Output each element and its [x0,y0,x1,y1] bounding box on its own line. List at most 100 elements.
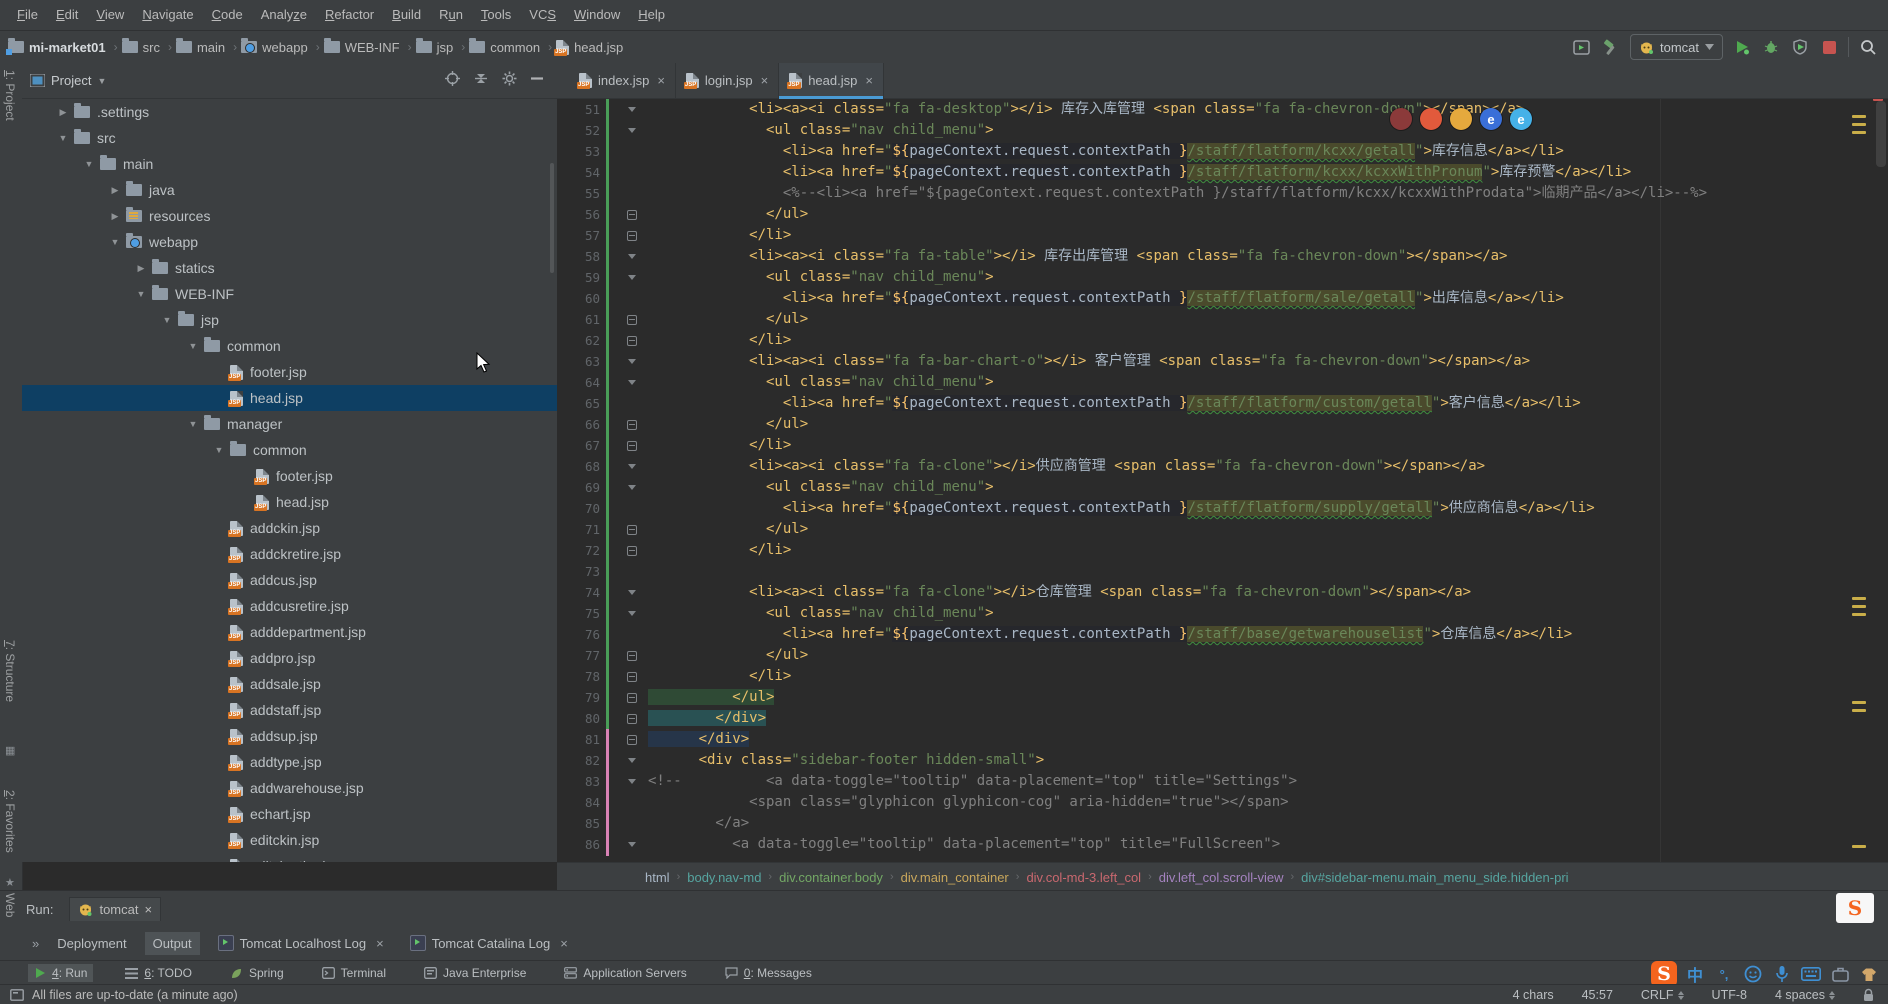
tool-window-button-6-todo[interactable]: 6: TODO [119,964,198,982]
tree-item-head-jsp[interactable]: JSPhead.jsp [22,385,557,411]
stripe-button--favorites[interactable]: 2: Favorites [3,790,17,853]
menu-file[interactable]: File [8,0,47,30]
fold-closed-icon[interactable] [627,315,637,325]
expanded-arrow-icon[interactable]: ▼ [182,341,204,351]
show-tabs-chevron[interactable]: » [32,936,39,951]
gutter-fold-column[interactable] [614,414,648,435]
tree-item-src[interactable]: ▼src [22,125,557,151]
gutter-fold-column[interactable] [614,708,648,729]
expanded-arrow-icon[interactable]: ▼ [130,289,152,299]
fold-closed-icon[interactable] [627,693,637,703]
gutter-fold-column[interactable] [614,183,648,204]
gutter-fold-column[interactable] [614,351,648,372]
gutter-fold-column[interactable] [614,288,648,309]
menu-code[interactable]: Code [203,0,252,30]
tree-item-webapp[interactable]: ▼webapp [22,229,557,255]
event-log-icon[interactable] [10,989,24,1001]
breadcrumb-item[interactable]: jsp [416,40,454,55]
gutter-fold-column[interactable] [614,813,648,834]
gutter-fold-column[interactable] [614,330,648,351]
collapsed-arrow-icon[interactable]: ▶ [104,211,126,222]
tree-item-addsup-jsp[interactable]: JSPaddsup.jsp [22,723,557,749]
gutter-fold-column[interactable] [614,666,648,687]
tree-item-adddepartment-jsp[interactable]: JSPadddepartment.jsp [22,619,557,645]
fold-open-icon[interactable] [628,128,636,133]
code-editor[interactable]: 51 <li><a><i class="fa fa-desktop"></i> … [557,99,1888,862]
tree-item-java[interactable]: ▶java [22,177,557,203]
stop-button[interactable] [1819,37,1839,57]
hide-panel-icon[interactable] [531,77,543,80]
menu-build[interactable]: Build [383,0,430,30]
tree-item-addtype-jsp[interactable]: JSPaddtype.jsp [22,749,557,775]
tree-item-addpro-jsp[interactable]: JSPaddpro.jsp [22,645,557,671]
build-hammer-icon[interactable] [1601,37,1621,57]
breadcrumb-item[interactable]: webapp [241,40,308,55]
tree-item-editckretire-jsp[interactable]: JSPeditckretire.jsp [22,853,557,862]
expanded-arrow-icon[interactable]: ▼ [156,315,178,325]
fold-closed-icon[interactable] [627,735,637,745]
fold-open-icon[interactable] [628,275,636,280]
fold-open-icon[interactable] [628,359,636,364]
fold-open-icon[interactable] [628,254,636,259]
gutter-fold-column[interactable] [614,246,648,267]
gutter-fold-column[interactable] [614,393,648,414]
tree-item-addwarehouse-jsp[interactable]: JSPaddwarehouse.jsp [22,775,557,801]
microphone-icon[interactable] [1771,963,1793,985]
panel-tab-tomcat-catalina-log[interactable]: Tomcat Catalina Log× [402,931,576,955]
close-icon[interactable]: × [865,73,873,88]
chinese-mode-icon[interactable]: 中 [1684,963,1706,985]
tool-window-button-terminal[interactable]: Terminal [316,964,392,982]
menu-run[interactable]: Run [430,0,472,30]
caret-position[interactable]: 45:57 [1582,988,1613,1002]
run-tool-window-icon[interactable] [1572,37,1592,57]
panel-tab-output[interactable]: Output [145,932,200,955]
gutter-fold-column[interactable] [614,204,648,225]
close-icon[interactable]: × [761,73,769,88]
tree-item-addckin-jsp[interactable]: JSPaddckin.jsp [22,515,557,541]
gutter-fold-column[interactable] [614,603,648,624]
tree-item-statics[interactable]: ▶statics [22,255,557,281]
fold-closed-icon[interactable] [627,210,637,220]
collapsed-arrow-icon[interactable]: ▶ [52,107,74,118]
browser-icon-3[interactable] [1450,108,1472,130]
panel-tab-tomcat-localhost-log[interactable]: Tomcat Localhost Log× [210,931,392,955]
fold-open-icon[interactable] [628,779,636,784]
gutter-fold-column[interactable] [614,120,648,141]
stripe-button--project[interactable]: 1: Project [3,70,17,121]
locate-file-icon[interactable] [445,71,460,86]
input-method-badge[interactable]: S [1836,893,1874,923]
gutter-fold-column[interactable] [614,624,648,645]
fold-closed-icon[interactable] [627,525,637,535]
tree-item-main[interactable]: ▼main [22,151,557,177]
line-ending-selector[interactable]: CRLF [1641,988,1684,1002]
breadcrumb-element[interactable]: div.main_container [901,870,1009,885]
gutter-fold-column[interactable] [614,162,648,183]
fold-open-icon[interactable] [628,485,636,490]
run-configuration-dropdown[interactable]: tomcat [1630,34,1723,60]
fold-open-icon[interactable] [628,107,636,112]
gutter-fold-column[interactable] [614,141,648,162]
close-icon[interactable]: × [376,936,384,951]
gutter-fold-column[interactable] [614,435,648,456]
breadcrumb-element[interactable]: html [645,870,670,885]
tree-item--settings[interactable]: ▶.settings [22,99,557,125]
fold-closed-icon[interactable] [627,651,637,661]
breadcrumb-element[interactable]: div.col-md-3.left_col [1026,870,1141,885]
breadcrumb-item[interactable]: mi-market01 [8,40,106,55]
gutter-fold-column[interactable] [614,792,648,813]
gutter-fold-column[interactable] [614,561,648,582]
gutter-fold-column[interactable] [614,645,648,666]
expanded-arrow-icon[interactable]: ▼ [208,445,230,455]
tree-item-editckin-jsp[interactable]: JSPeditckin.jsp [22,827,557,853]
gear-icon[interactable] [502,71,517,86]
favorites-star-icon[interactable]: ★ [5,876,15,889]
collapsed-arrow-icon[interactable]: ▶ [104,185,126,196]
tree-item-head-jsp[interactable]: JSPhead.jsp [22,489,557,515]
lock-icon[interactable] [1863,988,1874,1002]
gutter-fold-column[interactable] [614,477,648,498]
expanded-arrow-icon[interactable]: ▼ [182,419,204,429]
breadcrumb-element[interactable]: div.container.body [779,870,883,885]
browser-icon-4[interactable]: e [1480,108,1502,130]
menu-help[interactable]: Help [629,0,674,30]
gutter-fold-column[interactable] [614,267,648,288]
